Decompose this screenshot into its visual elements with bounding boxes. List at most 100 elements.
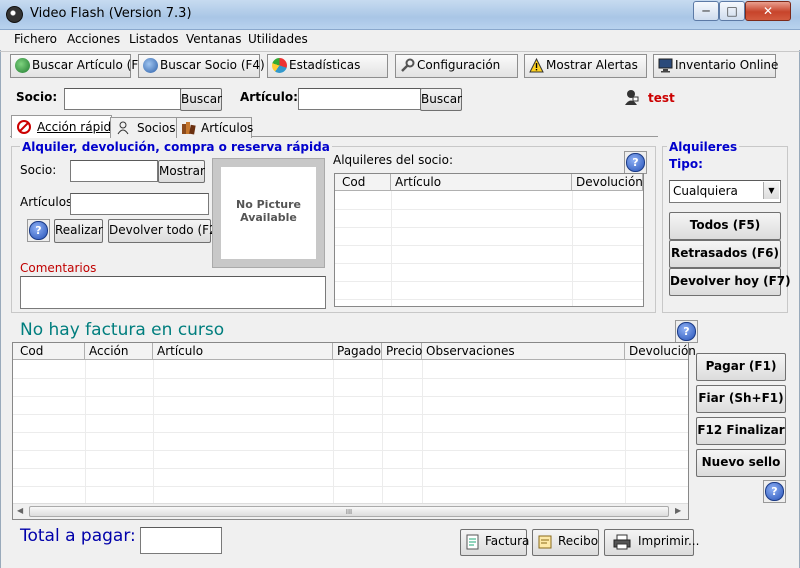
col-accion[interactable]: Acción — [85, 343, 153, 359]
grid-col-line — [625, 360, 626, 503]
close-button[interactable]: ✕ — [745, 1, 791, 21]
chevron-down-icon[interactable]: ▼ — [763, 182, 779, 199]
socio-search-input[interactable] — [64, 88, 181, 110]
total-label: Total a pagar: — [20, 526, 136, 546]
grid-row-line — [335, 209, 643, 210]
grid-col-line — [391, 191, 392, 306]
invoice-doc-icon — [465, 534, 481, 550]
grid-row-line — [335, 299, 643, 300]
fiar-button[interactable]: Fiar (Sh+F1) — [696, 385, 786, 413]
todos-button[interactable]: Todos (F5) — [669, 212, 781, 240]
right-help-button[interactable]: ? — [763, 480, 786, 503]
tab-articulos[interactable]: Artículos — [176, 117, 253, 138]
current-user: test — [648, 91, 675, 105]
invoice-hscrollbar[interactable]: ◀ III ▶ — [13, 503, 688, 519]
mostrar-alertas-button[interactable]: Mostrar Alertas — [524, 54, 647, 78]
grid-row-line — [335, 245, 643, 246]
pie-chart-icon — [272, 58, 287, 73]
quick-help-button[interactable]: ? — [27, 219, 50, 242]
col-devolucion[interactable]: Devolución — [625, 343, 696, 359]
grid-row-line — [335, 263, 643, 264]
scroll-left-arrow-icon[interactable]: ◀ — [17, 506, 23, 515]
col-cod[interactable]: Cod — [335, 174, 391, 190]
minimize-button[interactable]: ─ — [693, 1, 719, 21]
col-observaciones[interactable]: Observaciones — [422, 343, 625, 359]
grid-row-line — [13, 450, 688, 451]
grid-row-line — [13, 468, 688, 469]
buscar-articulo-button[interactable]: Buscar Artículo (F3) — [10, 54, 151, 78]
socio-search-button[interactable]: Buscar — [180, 88, 222, 111]
finalizar-button[interactable]: F12 Finalizar — [696, 417, 786, 445]
tipo-select[interactable]: Cualquiera ▼ — [669, 180, 781, 203]
tab-socios[interactable]: Socios — [110, 117, 178, 138]
col-pagado[interactable]: Pagado — [333, 343, 382, 359]
people-icon — [116, 121, 130, 135]
estadisticas-button[interactable]: Estadísticas — [267, 54, 388, 78]
help-icon: ? — [29, 221, 48, 240]
tab-accion-rapida[interactable]: Acción rápida — [11, 115, 119, 138]
realizar-button[interactable]: Realizar — [54, 219, 103, 243]
recibo-button[interactable]: Recibo — [532, 529, 599, 556]
invoice-header: Cod Acción Artículo Pagado Precio Observ… — [13, 343, 696, 360]
socio-rentals-help-button[interactable]: ? — [624, 151, 647, 174]
menu-utilidades[interactable]: Utilidades — [248, 32, 308, 46]
grid-col-line — [333, 360, 334, 503]
col-devolucion[interactable]: Devolución — [572, 174, 643, 190]
menu-acciones[interactable]: Acciones — [67, 32, 120, 46]
menu-separator — [0, 51, 800, 52]
col-precio[interactable]: Precio — [382, 343, 422, 359]
invoice-body[interactable] — [13, 360, 688, 503]
col-cod[interactable]: Cod — [13, 343, 85, 359]
col-articulo[interactable]: Artículo — [391, 174, 572, 190]
no-picture-text: No Picture Available — [236, 198, 301, 224]
grid-row-line — [335, 281, 643, 282]
comentarios-textarea[interactable] — [20, 276, 326, 309]
articulo-search-input[interactable] — [298, 88, 421, 110]
grid-col-line — [153, 360, 154, 503]
quick-articulos-input[interactable] — [70, 193, 209, 215]
quick-action-title: Alquiler, devolución, compra o reserva r… — [20, 140, 332, 154]
grid-row-line — [13, 414, 688, 415]
grid-row-line — [13, 378, 688, 379]
receipt-icon — [537, 534, 553, 550]
col-articulo[interactable]: Artículo — [153, 343, 333, 359]
menu-listados[interactable]: Listados — [129, 32, 179, 46]
quick-articulos-label: Artículos: — [20, 195, 77, 209]
quick-socio-label: Socio: — [20, 163, 57, 177]
user-icon — [624, 89, 639, 106]
wrench-icon — [400, 58, 415, 73]
grid-col-line — [572, 191, 573, 306]
menu-fichero[interactable]: Fichero — [14, 32, 57, 46]
factura-button[interactable]: Factura — [460, 529, 529, 556]
buscar-socio-button[interactable]: Buscar Socio (F4) — [138, 54, 265, 78]
socio-rentals-grid[interactable]: Cod Artículo Devolución — [334, 173, 644, 307]
configuracion-button[interactable]: Configuración — [395, 54, 518, 78]
inventario-online-button[interactable]: Inventario Online — [653, 54, 778, 78]
tipo-select-value: Cualquiera — [673, 184, 738, 198]
devolver-hoy-button[interactable]: Devolver hoy (F7) — [669, 268, 791, 296]
books-icon — [181, 121, 197, 135]
menu-ventanas[interactable]: Ventanas — [186, 32, 242, 46]
scroll-right-arrow-icon[interactable]: ▶ — [675, 506, 681, 515]
grid-col-line — [422, 360, 423, 503]
grid-row-line — [13, 486, 688, 487]
scroll-thumb[interactable]: III — [29, 506, 669, 517]
imprimir-button[interactable]: Imprimir... — [604, 529, 699, 556]
grid-row-line — [335, 227, 643, 228]
retrasados-button[interactable]: Retrasados (F6) — [669, 240, 781, 268]
globe-search-icon — [15, 58, 30, 73]
pagar-button[interactable]: Pagar (F1) — [696, 353, 786, 381]
socio-rentals-body[interactable] — [335, 191, 643, 306]
picture-frame: No Picture Available — [212, 158, 325, 268]
articulo-search-label: Artículo: — [240, 90, 298, 104]
socio-rentals-header: Cod Artículo Devolución — [335, 174, 643, 191]
help-icon: ? — [677, 322, 696, 341]
quick-socio-input[interactable] — [70, 160, 158, 182]
articulo-search-button[interactable]: Buscar — [420, 88, 462, 111]
mostrar-button[interactable]: Mostrar — [158, 160, 205, 183]
maximize-button[interactable]: □ — [719, 1, 745, 21]
invoice-grid[interactable]: Cod Acción Artículo Pagado Precio Observ… — [12, 342, 696, 520]
nuevo-sello-button[interactable]: Nuevo sello — [696, 449, 786, 477]
devolver-todo-button[interactable]: Devolver todo (F2) — [108, 219, 221, 243]
invoice-help-button[interactable]: ? — [675, 320, 698, 343]
